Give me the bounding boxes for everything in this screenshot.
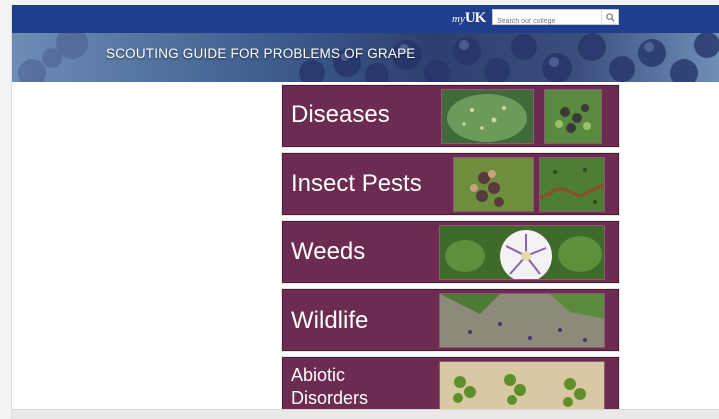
category-label: Insect Pests	[291, 170, 422, 197]
beetle-on-grapes-photo	[453, 157, 534, 212]
grape-banner: SCOUTING GUIDE FOR PROBLEMS OF GRAPE	[12, 33, 719, 82]
grape-cluster-rot-photo	[544, 89, 602, 144]
category-weeds[interactable]: Weeds	[282, 221, 619, 283]
logo-prefix: my	[452, 13, 465, 25]
search-input[interactable]	[493, 14, 597, 29]
category-label: Diseases	[291, 101, 390, 128]
myuk-logo[interactable]: myUK	[452, 9, 486, 28]
magnifier-icon	[605, 12, 615, 22]
browser-viewport: myUK Search our college SCOUTING GUIDE F…	[11, 5, 719, 419]
morning-glory-photo	[439, 225, 605, 280]
horizontal-scrollbar[interactable]	[12, 409, 719, 419]
page-title: SCOUTING GUIDE FOR PROBLEMS OF GRAPE	[106, 46, 416, 61]
eaten-grapes-ground-photo	[439, 293, 605, 348]
category-wildlife[interactable]: Wildlife	[282, 289, 619, 351]
category-insect-pests[interactable]: Insect Pests	[282, 153, 619, 215]
leaf-damage-photo	[539, 157, 605, 212]
green-grape-clusters-photo	[439, 361, 605, 416]
category-label: Wildlife	[291, 307, 369, 334]
grape-leaf-disease-photo	[441, 89, 534, 144]
category-label: Weeds	[291, 238, 366, 265]
category-label-line2: Disorders	[291, 388, 369, 408]
logo-brand: UK	[464, 10, 486, 26]
search-button[interactable]	[601, 10, 618, 24]
search-box	[492, 9, 619, 29]
top-header-bar: myUK	[12, 5, 719, 33]
category-label-line1: Abiotic	[291, 365, 346, 385]
category-diseases[interactable]: Diseases	[282, 85, 619, 147]
